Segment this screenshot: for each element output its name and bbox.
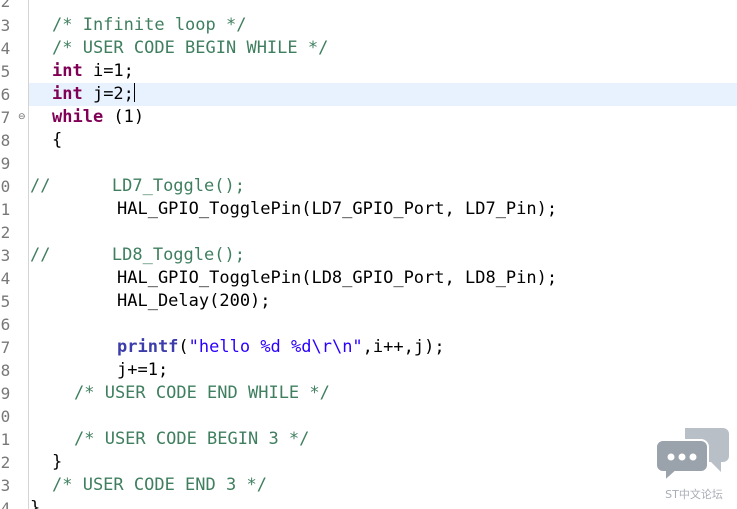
code-text: j+=1; [117, 360, 169, 380]
code-line: { [52, 129, 62, 152]
code-line: // LD8_Toggle(); [30, 244, 245, 267]
chat-bubbles-icon [655, 428, 729, 484]
text-caret [133, 83, 135, 102]
code-line: printf("hello %d %d\r\n",i++,j); [117, 336, 445, 359]
current-line-highlight [29, 83, 737, 106]
forum-watermark: ST中文论坛 [655, 424, 733, 506]
code-text: HAL_Delay(200); [117, 291, 271, 311]
line-number-gutter: 32 33 34 35 36 37 38 39 40 41 42 43 44 4… [0, 0, 29, 509]
line-number: 33 [0, 16, 11, 35]
code-text: HAL_GPIO_TogglePin(LD8_GPIO_Port, LD8_Pi… [117, 268, 558, 288]
comment: /* USER CODE END 3 */ [52, 475, 267, 495]
comment: LD8_Toggle(); [50, 245, 245, 265]
fold-collapse-icon[interactable]: ⊖ [18, 113, 27, 122]
code-text: (1) [103, 107, 145, 127]
line-number: 52 [0, 453, 11, 472]
code-line: HAL_GPIO_TogglePin(LD8_GPIO_Port, LD8_Pi… [117, 267, 557, 290]
code-line: /* USER CODE BEGIN 3 */ [74, 428, 309, 451]
code-line: } [52, 451, 62, 474]
line-number: 45 [0, 292, 11, 311]
line-number: 49 [0, 384, 11, 403]
code-text: j=2; [82, 84, 134, 104]
comment: /* USER CODE BEGIN 3 */ [74, 429, 310, 449]
line-number: 53 [0, 476, 11, 495]
code-line: } [30, 497, 40, 509]
code-line-current: int j=2; [52, 83, 135, 106]
comment: /* USER CODE BEGIN WHILE */ [52, 38, 329, 58]
code-line: HAL_GPIO_TogglePin(LD7_GPIO_Port, LD7_Pi… [117, 198, 557, 221]
code-line: while (1) [52, 106, 144, 129]
code-line: HAL_Delay(200); [117, 290, 271, 313]
line-number: 41 [0, 200, 11, 219]
code-text: HAL_GPIO_TogglePin(LD7_GPIO_Port, LD7_Pi… [117, 199, 558, 219]
line-number: 40 [0, 177, 11, 196]
line-number: 54 [0, 499, 11, 509]
comment: // [30, 176, 51, 196]
comment: LD7_Toggle(); [50, 176, 245, 196]
code-line: /* USER CODE END WHILE */ [74, 382, 330, 405]
keyword: while [52, 107, 104, 127]
line-number: 34 [0, 39, 11, 58]
line-number: 35 [0, 62, 11, 81]
code-text: { [52, 130, 63, 150]
code-text: ,i++,j); [362, 337, 445, 357]
line-number: 48 [0, 361, 11, 380]
code-line: // LD7_Toggle(); [30, 175, 245, 198]
code-line: int i=1; [52, 60, 134, 83]
code-line: /* Infinite loop */ [52, 14, 246, 37]
code-editor[interactable]: 32 33 34 35 36 37 38 39 40 41 42 43 44 4… [0, 0, 737, 509]
line-number: 44 [0, 269, 11, 288]
line-number: 50 [0, 407, 11, 426]
watermark-label: ST中文论坛 [665, 488, 723, 501]
line-number: 51 [0, 430, 11, 449]
line-number: 32 [0, 0, 11, 11]
keyword: int [52, 84, 83, 104]
line-number: 43 [0, 246, 11, 265]
code-text: i=1; [82, 61, 134, 81]
line-number: 38 [0, 131, 11, 150]
comment: // [30, 245, 51, 265]
line-number: 39 [0, 154, 11, 173]
code-line: /* USER CODE BEGIN WHILE */ [52, 37, 328, 60]
comment: /* USER CODE END WHILE */ [74, 383, 330, 403]
line-number: 46 [0, 315, 11, 334]
string-literal: "hello %d %d\r\n" [188, 337, 363, 357]
keyword: int [52, 61, 83, 81]
code-text: } [30, 498, 41, 509]
code-text: ( [178, 337, 189, 357]
line-number: 47 [0, 338, 11, 357]
line-number: 42 [0, 223, 11, 242]
function-name: printf [117, 337, 179, 357]
line-number: 36 [0, 85, 11, 104]
comment: /* Infinite loop */ [52, 15, 247, 35]
code-line: /* USER CODE END 3 */ [52, 474, 267, 497]
code-text: } [52, 452, 63, 472]
code-line: j+=1; [117, 359, 168, 382]
